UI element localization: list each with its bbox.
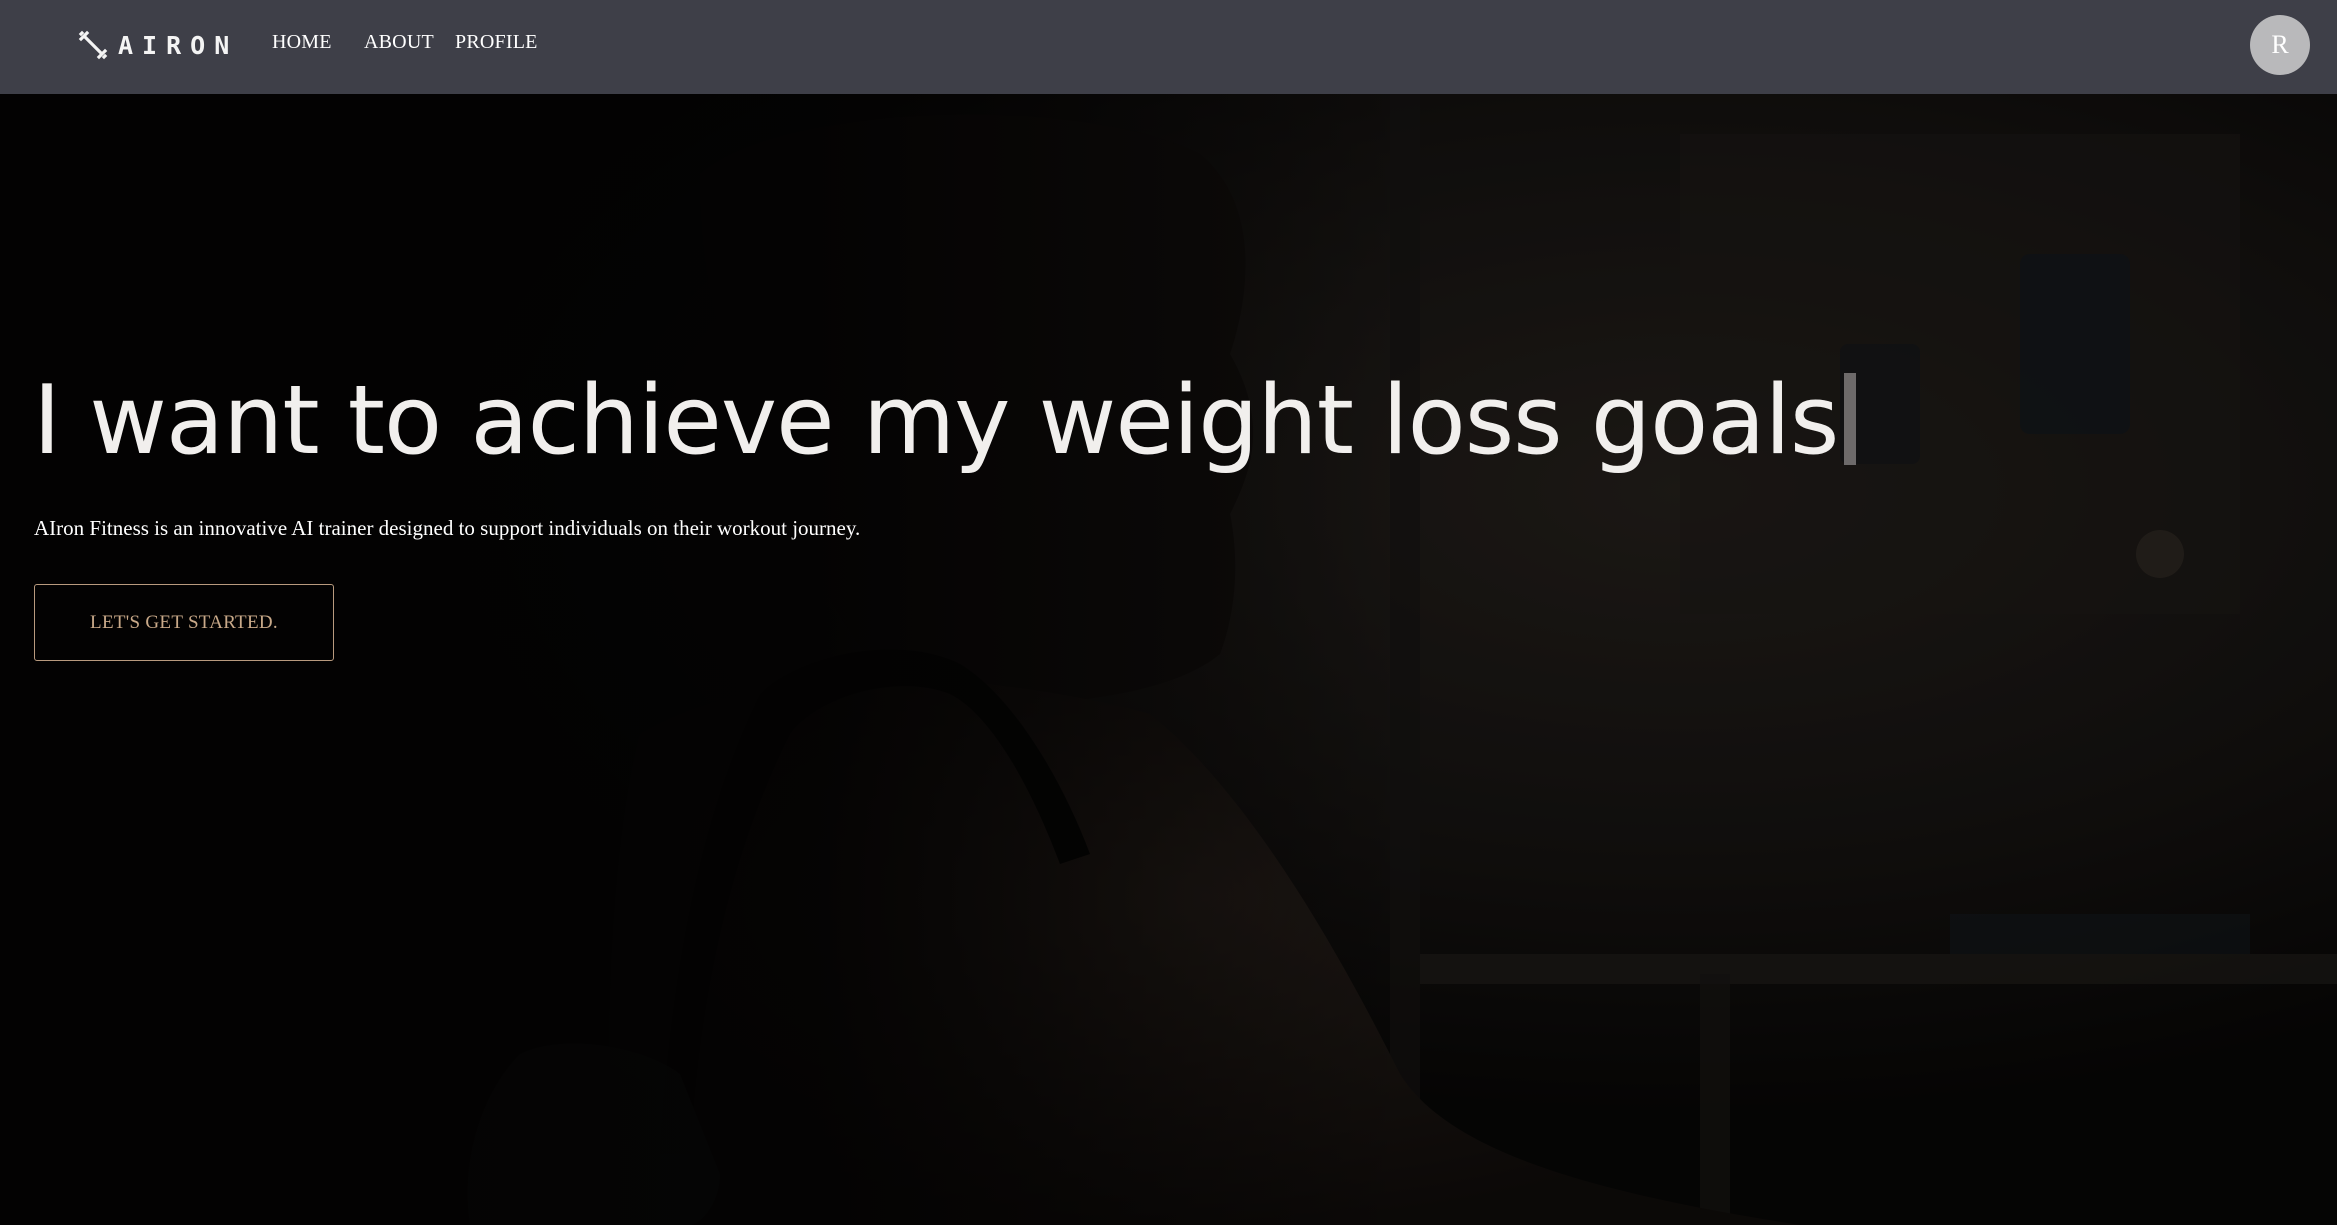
brand-logo[interactable]: AIRON bbox=[78, 28, 238, 62]
hero-headline: I want to achieve my weight loss goals bbox=[33, 364, 1857, 478]
nav-link-about[interactable]: ABOUT bbox=[364, 31, 434, 54]
hero-headline-text: I want to achieve my weight loss goals bbox=[33, 366, 1839, 476]
hero-background-image bbox=[0, 94, 2337, 1225]
hero-section: I want to achieve my weight loss goals A… bbox=[0, 94, 2337, 1225]
hero-subtitle: AIron Fitness is an innovative AI traine… bbox=[34, 516, 861, 540]
get-started-button[interactable]: LET'S GET STARTED. bbox=[34, 584, 334, 661]
top-navbar: AIRON HOME ABOUT PROFILE R bbox=[0, 0, 2337, 94]
dumbbell-icon bbox=[78, 30, 108, 60]
user-avatar[interactable]: R bbox=[2250, 15, 2310, 75]
nav-link-home[interactable]: HOME bbox=[272, 31, 332, 54]
brand-name: AIRON bbox=[118, 30, 239, 60]
typing-cursor bbox=[1844, 373, 1857, 465]
nav-link-profile[interactable]: PROFILE bbox=[455, 31, 538, 54]
